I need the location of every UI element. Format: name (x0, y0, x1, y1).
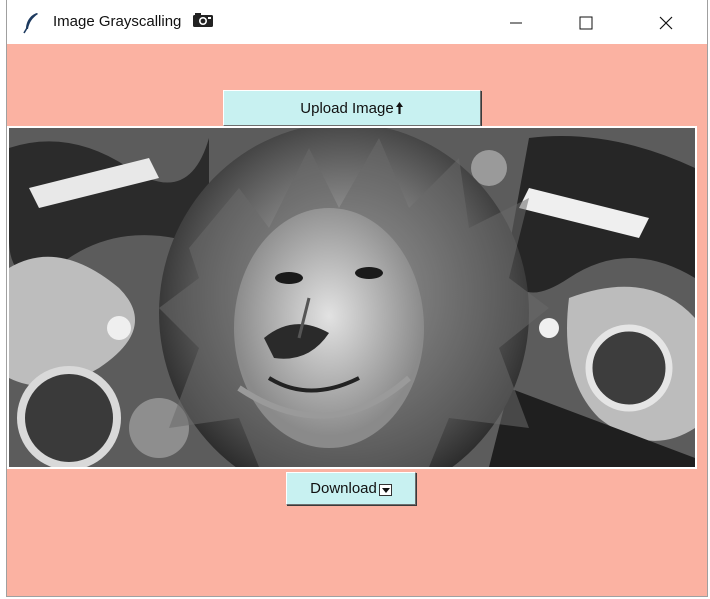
upload-button-label: Upload Image (300, 99, 394, 117)
main-area: Upload Image Download (7, 44, 707, 596)
app-window: Image Grayscalling Upload Image Download (6, 0, 708, 597)
close-icon (659, 16, 673, 30)
title-bar[interactable]: Image Grayscalling (7, 0, 707, 44)
maximize-button[interactable] (563, 8, 609, 38)
download-dropdown-icon (378, 483, 392, 496)
window-title-text: Image Grayscalling (53, 13, 182, 30)
minimize-button[interactable] (493, 8, 539, 38)
upload-arrow-icon (395, 102, 403, 114)
feather-icon (23, 13, 38, 34)
grayscale-image (7, 126, 697, 469)
download-button-label: Download (310, 480, 377, 497)
upload-image-button[interactable]: Upload Image (223, 90, 481, 126)
close-button[interactable] (643, 8, 689, 38)
maximize-icon (579, 16, 593, 30)
minimize-icon (510, 22, 522, 24)
camera-icon (192, 12, 214, 32)
lion-image (9, 128, 695, 467)
download-button[interactable]: Download (286, 472, 416, 505)
window-title: Image Grayscalling (53, 12, 214, 32)
